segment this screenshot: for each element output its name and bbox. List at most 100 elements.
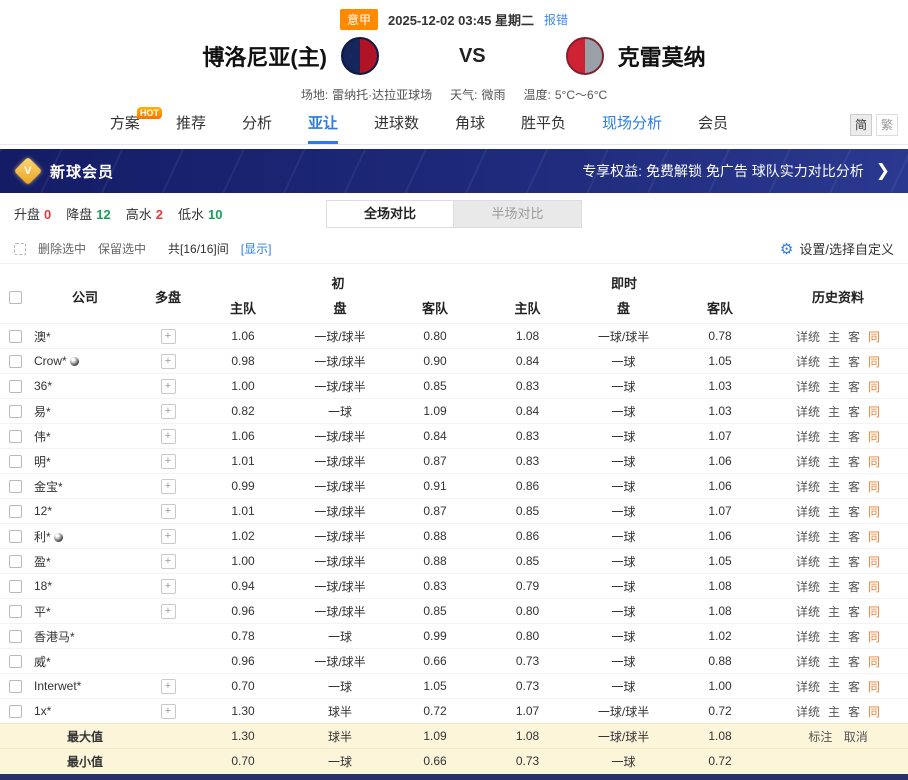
select-all-checkbox[interactable]	[9, 291, 22, 304]
history-link[interactable]: 同	[868, 680, 880, 694]
history-link[interactable]: 同	[868, 355, 880, 369]
row-checkbox[interactable]	[9, 680, 22, 693]
history-link[interactable]: 同	[868, 580, 880, 594]
company-name[interactable]: 明*	[34, 455, 51, 469]
history-link[interactable]: 同	[868, 380, 880, 394]
company-name[interactable]: 金宝*	[34, 480, 63, 494]
company-name[interactable]: 威*	[34, 655, 51, 669]
history-link[interactable]: 同	[868, 630, 880, 644]
history-link[interactable]: 详统	[796, 680, 820, 694]
multi-odds-button[interactable]	[161, 479, 176, 494]
history-link[interactable]: 详统	[796, 355, 820, 369]
history-link[interactable]: 客	[848, 480, 860, 494]
company-name[interactable]: 18*	[34, 579, 52, 593]
row-checkbox[interactable]	[9, 430, 22, 443]
history-link[interactable]: 详统	[796, 530, 820, 544]
nav-tab-2[interactable]: 推荐	[176, 104, 206, 144]
multi-odds-button[interactable]	[161, 429, 176, 444]
nav-tab-9[interactable]: 会员	[698, 104, 728, 144]
history-link[interactable]: 主	[828, 705, 840, 719]
settings-button[interactable]: ⚙ 设置/选择自定义	[780, 239, 894, 258]
multi-odds-button[interactable]	[161, 354, 176, 369]
tab-half-match[interactable]: 半场对比	[454, 200, 582, 228]
company-name[interactable]: 利*	[34, 530, 51, 544]
history-link[interactable]: 客	[848, 630, 860, 644]
history-link[interactable]: 详统	[796, 505, 820, 519]
history-link[interactable]: 主	[828, 430, 840, 444]
lang-traditional-button[interactable]: 繁	[876, 114, 898, 136]
history-link[interactable]: 同	[868, 330, 880, 344]
multi-odds-button[interactable]	[161, 529, 176, 544]
nav-tab-8[interactable]: 现场分析	[602, 104, 662, 144]
nav-tab-5[interactable]: 进球数	[374, 104, 419, 144]
row-checkbox[interactable]	[9, 330, 22, 343]
history-link[interactable]: 详统	[796, 405, 820, 419]
multi-odds-button[interactable]	[161, 704, 176, 719]
row-checkbox[interactable]	[9, 405, 22, 418]
history-link[interactable]: 主	[828, 680, 840, 694]
multi-odds-button[interactable]	[161, 454, 176, 469]
row-checkbox[interactable]	[9, 505, 22, 518]
row-checkbox[interactable]	[9, 355, 22, 368]
history-link[interactable]: 同	[868, 655, 880, 669]
history-link[interactable]: 同	[868, 530, 880, 544]
nav-tab-4[interactable]: 亚让	[308, 104, 338, 144]
row-checkbox[interactable]	[9, 580, 22, 593]
history-link[interactable]: 同	[868, 505, 880, 519]
company-name[interactable]: 盈*	[34, 555, 51, 569]
multi-odds-button[interactable]	[161, 379, 176, 394]
history-link[interactable]: 客	[848, 605, 860, 619]
history-link[interactable]: 主	[828, 530, 840, 544]
nav-tab-1[interactable]: 方案HOT	[110, 104, 140, 144]
history-link[interactable]: 详统	[796, 555, 820, 569]
multi-odds-button[interactable]	[161, 504, 176, 519]
history-link[interactable]: 主	[828, 630, 840, 644]
company-name[interactable]: 伟*	[34, 430, 51, 444]
cancel-link[interactable]: 取消	[844, 730, 868, 744]
company-name[interactable]: 1x*	[34, 704, 51, 718]
history-link[interactable]: 同	[868, 480, 880, 494]
company-name[interactable]: 12*	[34, 504, 52, 518]
history-link[interactable]: 客	[848, 455, 860, 469]
history-link[interactable]: 客	[848, 580, 860, 594]
history-link[interactable]: 主	[828, 405, 840, 419]
history-link[interactable]: 详统	[796, 630, 820, 644]
row-checkbox[interactable]	[9, 555, 22, 568]
history-link[interactable]: 客	[848, 680, 860, 694]
history-link[interactable]: 同	[868, 405, 880, 419]
row-checkbox[interactable]	[9, 455, 22, 468]
history-link[interactable]: 主	[828, 455, 840, 469]
tab-full-match[interactable]: 全场对比	[326, 200, 454, 228]
history-link[interactable]: 主	[828, 380, 840, 394]
multi-odds-button[interactable]	[161, 679, 176, 694]
row-checkbox[interactable]	[9, 705, 22, 718]
history-link[interactable]: 客	[848, 380, 860, 394]
history-link[interactable]: 同	[868, 455, 880, 469]
nav-tab-7[interactable]: 胜平负	[521, 104, 566, 144]
company-name[interactable]: Crow*	[34, 354, 67, 368]
row-checkbox[interactable]	[9, 480, 22, 493]
multi-odds-button[interactable]	[161, 554, 176, 569]
history-link[interactable]: 主	[828, 580, 840, 594]
vip-banner-right[interactable]: 专享权益: 免费解锁 免广告 球队实力对比分析 ❯	[582, 161, 890, 181]
keep-selected-button[interactable]: 保留选中	[98, 240, 146, 257]
history-link[interactable]: 客	[848, 330, 860, 344]
show-link[interactable]: [显示]	[241, 240, 272, 257]
history-link[interactable]: 客	[848, 655, 860, 669]
multi-odds-button[interactable]	[161, 579, 176, 594]
chevron-right-icon[interactable]: ❯	[876, 161, 890, 181]
history-link[interactable]: 客	[848, 555, 860, 569]
multi-odds-button[interactable]	[161, 404, 176, 419]
history-link[interactable]: 主	[828, 655, 840, 669]
multi-odds-button[interactable]	[161, 329, 176, 344]
row-checkbox[interactable]	[9, 530, 22, 543]
history-link[interactable]: 客	[848, 405, 860, 419]
nav-tab-3[interactable]: 分析	[242, 104, 272, 144]
history-link[interactable]: 客	[848, 530, 860, 544]
company-name[interactable]: 易*	[34, 405, 51, 419]
history-link[interactable]: 详统	[796, 655, 820, 669]
row-checkbox[interactable]	[9, 655, 22, 668]
report-error-link[interactable]: 报错	[544, 11, 568, 28]
history-link[interactable]: 详统	[796, 330, 820, 344]
history-link[interactable]: 详统	[796, 480, 820, 494]
